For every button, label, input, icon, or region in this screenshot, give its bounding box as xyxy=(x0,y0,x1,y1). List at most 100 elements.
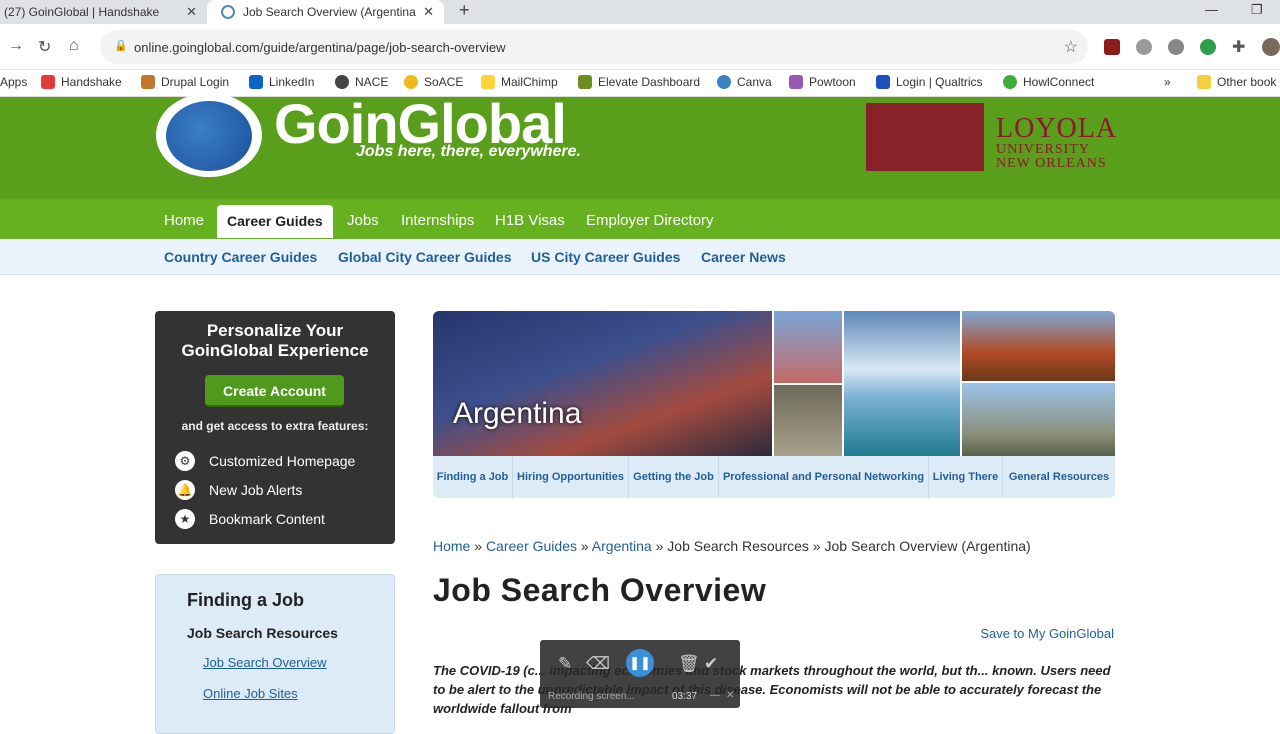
bookmark-label: Powtoon xyxy=(809,75,856,89)
breadcrumb-argentina[interactable]: Argentina xyxy=(592,538,652,554)
bookmark-canva[interactable]: Canva xyxy=(717,75,772,89)
tab-handshake[interactable]: (27) GoinGlobal | Handshake ✕ xyxy=(0,0,207,24)
eraser-icon[interactable]: ⌫ xyxy=(586,654,610,674)
breadcrumb-home[interactable]: Home xyxy=(433,538,470,554)
bookmark-label: NACE xyxy=(355,75,389,89)
address-bar[interactable]: 🔒 online.goinglobal.com/guide/argentina/… xyxy=(100,30,1088,64)
bookmark-qualtrics[interactable]: Login | Qualtrics xyxy=(876,75,983,89)
tab-job-search-overview[interactable]: Job Search Overview (Argentina ✕ xyxy=(207,0,444,24)
new-tab-icon[interactable]: + xyxy=(459,0,470,21)
gear-icon: ⚙ xyxy=(175,451,195,471)
profile-avatar[interactable] xyxy=(1262,38,1280,56)
restore-window-icon[interactable]: ❐ xyxy=(1251,2,1263,18)
nav-jobs[interactable]: Jobs xyxy=(347,212,379,229)
promo-title-line1: Personalize Your xyxy=(206,321,344,340)
bookmark-drupal[interactable]: Drupal Login xyxy=(141,75,229,89)
star-icon: ★ xyxy=(175,509,195,529)
loyola-line2: UNIVERSITY xyxy=(996,142,1090,157)
finish-recording-icon[interactable]: ✔ xyxy=(704,654,718,674)
canva-icon xyxy=(717,75,731,89)
bookmark-linkedin[interactable]: LinkedIn xyxy=(249,75,314,89)
breadcrumb-career-guides[interactable]: Career Guides xyxy=(486,538,577,554)
lock-icon: 🔒 xyxy=(114,40,128,52)
bookmark-label: Handshake xyxy=(61,75,122,89)
close-recorder-icon[interactable]: ✕ xyxy=(726,690,734,701)
bookmark-powtoon[interactable]: Powtoon xyxy=(789,75,856,89)
sub-nav: Country Career Guides Global City Career… xyxy=(0,239,1280,275)
bookmark-nace[interactable]: NACE xyxy=(335,75,388,89)
more-bookmarks-chevron-icon[interactable]: » xyxy=(1164,75,1171,89)
tab-getting-the-job[interactable]: Getting the Job xyxy=(629,456,719,498)
loyola-logo: LOYOLA UNIVERSITY NEW ORLEANS xyxy=(996,115,1117,171)
nav-internships[interactable]: Internships xyxy=(401,212,474,229)
grammarly-extension-icon[interactable] xyxy=(1200,39,1216,55)
extension-icon[interactable] xyxy=(1168,39,1184,55)
save-to-my-goinglobal-link[interactable]: Save to My GoinGlobal xyxy=(980,626,1114,641)
feature-customized-homepage: ⚙ Customized Homepage xyxy=(175,451,355,471)
tab-networking[interactable]: Professional and Personal Networking xyxy=(719,456,929,498)
bookmark-label: HowlConnect xyxy=(1023,75,1095,89)
nav-career-guides[interactable]: Career Guides xyxy=(217,205,333,238)
page-title: Job Search Overview xyxy=(433,572,767,608)
promo-title: Personalize Your GoinGlobal Experience xyxy=(155,321,395,361)
pause-recording-button[interactable]: ❚❚ xyxy=(626,649,654,677)
tab-general-resources[interactable]: General Resources xyxy=(1003,456,1115,498)
bookmark-label: Apps xyxy=(0,75,28,89)
drive-extension-icon[interactable] xyxy=(1136,39,1152,55)
subnav-country-guides[interactable]: Country Career Guides xyxy=(164,249,317,265)
delete-recording-icon[interactable]: 🗑 xyxy=(678,654,700,674)
bookmark-soace[interactable]: SoACE xyxy=(404,75,463,89)
tab-title: (27) GoinGlobal | Handshake xyxy=(4,5,160,19)
main-nav: Home Career Guides Jobs Internships H1B … xyxy=(0,199,1280,239)
url-text: online.goinglobal.com/guide/argentina/pa… xyxy=(134,39,506,55)
soace-icon xyxy=(404,75,418,89)
hero-country-title: Argentina xyxy=(453,397,582,430)
nav-home[interactable]: Home xyxy=(164,212,204,229)
close-tab-icon[interactable]: ✕ xyxy=(423,4,434,20)
minimize-icon[interactable]: — xyxy=(1205,2,1218,17)
qualtrics-icon xyxy=(876,75,890,89)
nace-icon xyxy=(335,75,349,89)
forward-icon[interactable]: → xyxy=(8,37,24,55)
bookmark-label: Elevate Dashboard xyxy=(598,75,701,89)
create-account-button[interactable]: Create Account xyxy=(205,375,344,407)
pdf-extension-icon[interactable] xyxy=(1104,39,1120,55)
tab-living-there[interactable]: Living There xyxy=(929,456,1003,498)
ruins-photo xyxy=(962,311,1115,381)
nav-h1b-visas[interactable]: H1B Visas xyxy=(495,212,565,229)
bookmark-howlconnect[interactable]: HowlConnect xyxy=(1003,75,1094,89)
home-icon[interactable]: ⌂ xyxy=(69,37,79,55)
congress-building-photo xyxy=(962,383,1115,456)
feature-bookmark-content: ★ Bookmark Content xyxy=(175,509,325,529)
sidebar-link-job-search-overview[interactable]: Job Search Overview xyxy=(203,655,327,670)
pen-icon[interactable]: ✎ xyxy=(558,654,572,674)
bookmark-star-icon[interactable]: ☆ xyxy=(1064,37,1078,57)
subnav-global-city-guides[interactable]: Global City Career Guides xyxy=(338,249,512,265)
bookmark-handshake[interactable]: Handshake xyxy=(41,75,122,89)
loyola-line3: NEW ORLEANS xyxy=(996,156,1107,171)
drupal-icon xyxy=(141,75,155,89)
bookmark-label: Drupal Login xyxy=(161,75,230,89)
puzzle-extensions-icon[interactable]: ✚ xyxy=(1232,37,1245,57)
reload-icon[interactable]: ↻ xyxy=(38,37,51,57)
bookmark-other[interactable]: Other book xyxy=(1197,75,1276,89)
loyola-line1: LOYOLA xyxy=(996,113,1118,144)
subnav-us-city-guides[interactable]: US City Career Guides xyxy=(531,249,680,265)
sidebar-link-online-job-sites[interactable]: Online Job Sites xyxy=(203,686,298,701)
subnav-career-news[interactable]: Career News xyxy=(701,249,786,265)
nav-employer-directory[interactable]: Employer Directory xyxy=(586,212,714,229)
close-tab-icon[interactable]: ✕ xyxy=(186,4,197,20)
feature-label: New Job Alerts xyxy=(209,482,303,498)
handshake-icon xyxy=(41,75,55,89)
floralis-sculpture-photo xyxy=(774,385,842,456)
bookmark-apps[interactable]: Apps xyxy=(0,75,27,89)
tab-finding-a-job[interactable]: Finding a Job xyxy=(433,456,513,498)
minimize-recorder-icon[interactable]: — xyxy=(710,690,720,701)
bookmark-label: Other book xyxy=(1217,75,1277,89)
glacier-photo xyxy=(844,311,960,456)
promo-title-line2: GoinGlobal Experience xyxy=(181,341,369,360)
tab-hiring-opportunities[interactable]: Hiring Opportunities xyxy=(513,456,629,498)
bookmark-mailchimp[interactable]: MailChimp xyxy=(481,75,558,89)
bookmark-elevate[interactable]: Elevate Dashboard xyxy=(578,75,700,89)
goinglobal-globe-logo[interactable] xyxy=(156,93,262,177)
